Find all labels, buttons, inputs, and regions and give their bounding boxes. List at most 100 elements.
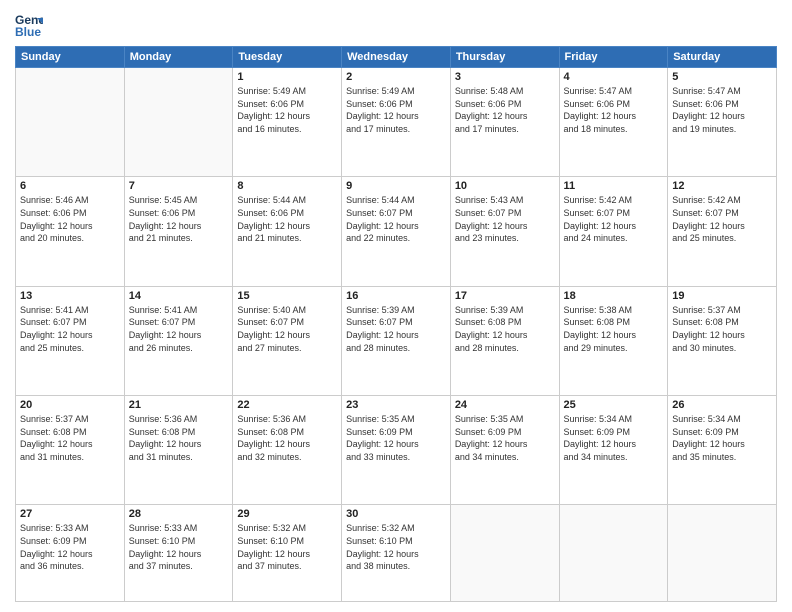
calendar-cell: 27Sunrise: 5:33 AM Sunset: 6:09 PM Dayli… bbox=[16, 505, 125, 602]
calendar-cell: 13 Sunrise: 5:41 AM Sunset: 6:07 PM Dayli… bbox=[16, 286, 125, 395]
day-number: 3 bbox=[455, 71, 555, 83]
cell-info: Sunrise: 5:34 AM Sunset: 6:09 PM Dayligh… bbox=[672, 413, 772, 463]
weekday-header-saturday: Saturday bbox=[668, 47, 777, 68]
weekday-header-wednesday: Wednesday bbox=[342, 47, 451, 68]
calendar-cell bbox=[16, 68, 125, 177]
cell-info: Sunrise: 5:49 AM Sunset: 6:06 PM Dayligh… bbox=[237, 85, 337, 135]
calendar-cell: 11 Sunrise: 5:42 AM Sunset: 6:07 PM Dayli… bbox=[559, 177, 668, 286]
day-number: 14 bbox=[129, 290, 229, 302]
day-number: 4 bbox=[564, 71, 664, 83]
weekday-header-friday: Friday bbox=[559, 47, 668, 68]
cell-info: Sunrise: 5:32 AM Sunset: 6:10 PM Dayligh… bbox=[346, 522, 446, 572]
calendar-cell bbox=[124, 68, 233, 177]
day-number: 26 bbox=[672, 399, 772, 411]
header: General Blue bbox=[15, 10, 777, 38]
day-number: 17 bbox=[455, 290, 555, 302]
page: General Blue SundayMondayTuesdayWednesda… bbox=[0, 0, 792, 612]
calendar-cell: 15 Sunrise: 5:40 AM Sunset: 6:07 PM Dayli… bbox=[233, 286, 342, 395]
cell-info: Sunrise: 5:43 AM Sunset: 6:07 PM Dayligh… bbox=[455, 194, 555, 244]
calendar-cell: 14 Sunrise: 5:41 AM Sunset: 6:07 PM Dayli… bbox=[124, 286, 233, 395]
day-number: 5 bbox=[672, 71, 772, 83]
calendar-cell: 8 Sunrise: 5:44 AM Sunset: 6:06 PM Daylig… bbox=[233, 177, 342, 286]
calendar-cell: 19Sunrise: 5:37 AM Sunset: 6:08 PM Dayli… bbox=[668, 286, 777, 395]
day-number: 8 bbox=[237, 180, 337, 192]
calendar-week-row: 6Sunrise: 5:46 AM Sunset: 6:06 PM Daylig… bbox=[16, 177, 777, 286]
cell-info: Sunrise: 5:35 AM Sunset: 6:09 PM Dayligh… bbox=[346, 413, 446, 463]
calendar-cell: 16 Sunrise: 5:39 AM Sunset: 6:07 PM Dayli… bbox=[342, 286, 451, 395]
calendar-cell: 1 Sunrise: 5:49 AM Sunset: 6:06 PM Daylig… bbox=[233, 68, 342, 177]
calendar-cell: 7Sunrise: 5:45 AM Sunset: 6:06 PM Daylig… bbox=[124, 177, 233, 286]
day-number: 16 bbox=[346, 290, 446, 302]
calendar-cell bbox=[559, 505, 668, 602]
cell-info: Sunrise: 5:37 AM Sunset: 6:08 PM Dayligh… bbox=[20, 413, 120, 463]
day-number: 15 bbox=[237, 290, 337, 302]
calendar-cell: 6Sunrise: 5:46 AM Sunset: 6:06 PM Daylig… bbox=[16, 177, 125, 286]
day-number: 2 bbox=[346, 71, 446, 83]
calendar-cell: 21 Sunrise: 5:36 AM Sunset: 6:08 PM Dayli… bbox=[124, 396, 233, 505]
calendar-cell: 30 Sunrise: 5:32 AM Sunset: 6:10 PM Dayli… bbox=[342, 505, 451, 602]
calendar-cell: 22 Sunrise: 5:36 AM Sunset: 6:08 PM Dayli… bbox=[233, 396, 342, 505]
cell-info: Sunrise: 5:42 AM Sunset: 6:07 PM Dayligh… bbox=[672, 194, 772, 244]
cell-info: Sunrise: 5:42 AM Sunset: 6:07 PM Dayligh… bbox=[564, 194, 664, 244]
calendar-cell bbox=[450, 505, 559, 602]
calendar-cell: 25Sunrise: 5:34 AM Sunset: 6:09 PM Dayli… bbox=[559, 396, 668, 505]
cell-info: Sunrise: 5:49 AM Sunset: 6:06 PM Dayligh… bbox=[346, 85, 446, 135]
day-number: 28 bbox=[129, 508, 229, 520]
day-number: 22 bbox=[237, 399, 337, 411]
weekday-header-monday: Monday bbox=[124, 47, 233, 68]
calendar-cell: 5 Sunrise: 5:47 AM Sunset: 6:06 PM Daylig… bbox=[668, 68, 777, 177]
day-number: 23 bbox=[346, 399, 446, 411]
calendar-week-row: 20 Sunrise: 5:37 AM Sunset: 6:08 PM Dayli… bbox=[16, 396, 777, 505]
day-number: 29 bbox=[237, 508, 337, 520]
calendar-cell: 17 Sunrise: 5:39 AM Sunset: 6:08 PM Dayli… bbox=[450, 286, 559, 395]
day-number: 24 bbox=[455, 399, 555, 411]
calendar-cell: 29 Sunrise: 5:32 AM Sunset: 6:10 PM Dayli… bbox=[233, 505, 342, 602]
cell-info: Sunrise: 5:38 AM Sunset: 6:08 PM Dayligh… bbox=[564, 304, 664, 354]
day-number: 21 bbox=[129, 399, 229, 411]
cell-info: Sunrise: 5:36 AM Sunset: 6:08 PM Dayligh… bbox=[237, 413, 337, 463]
cell-info: Sunrise: 5:44 AM Sunset: 6:07 PM Dayligh… bbox=[346, 194, 446, 244]
weekday-header-row: SundayMondayTuesdayWednesdayThursdayFrid… bbox=[16, 47, 777, 68]
cell-info: Sunrise: 5:37 AM Sunset: 6:08 PM Dayligh… bbox=[672, 304, 772, 354]
day-number: 30 bbox=[346, 508, 446, 520]
weekday-header-thursday: Thursday bbox=[450, 47, 559, 68]
calendar-week-row: 13 Sunrise: 5:41 AM Sunset: 6:07 PM Dayli… bbox=[16, 286, 777, 395]
calendar-cell: 9 Sunrise: 5:44 AM Sunset: 6:07 PM Daylig… bbox=[342, 177, 451, 286]
day-number: 9 bbox=[346, 180, 446, 192]
cell-info: Sunrise: 5:39 AM Sunset: 6:07 PM Dayligh… bbox=[346, 304, 446, 354]
calendar-cell: 23 Sunrise: 5:35 AM Sunset: 6:09 PM Dayli… bbox=[342, 396, 451, 505]
cell-info: Sunrise: 5:35 AM Sunset: 6:09 PM Dayligh… bbox=[455, 413, 555, 463]
cell-info: Sunrise: 5:47 AM Sunset: 6:06 PM Dayligh… bbox=[564, 85, 664, 135]
calendar-cell: 26 Sunrise: 5:34 AM Sunset: 6:09 PM Dayli… bbox=[668, 396, 777, 505]
day-number: 1 bbox=[237, 71, 337, 83]
day-number: 13 bbox=[20, 290, 120, 302]
logo: General Blue bbox=[15, 10, 47, 38]
calendar-cell: 28 Sunrise: 5:33 AM Sunset: 6:10 PM Dayli… bbox=[124, 505, 233, 602]
day-number: 11 bbox=[564, 180, 664, 192]
cell-info: Sunrise: 5:33 AM Sunset: 6:10 PM Dayligh… bbox=[129, 522, 229, 572]
cell-info: Sunrise: 5:41 AM Sunset: 6:07 PM Dayligh… bbox=[129, 304, 229, 354]
day-number: 18 bbox=[564, 290, 664, 302]
day-number: 20 bbox=[20, 399, 120, 411]
cell-info: Sunrise: 5:32 AM Sunset: 6:10 PM Dayligh… bbox=[237, 522, 337, 572]
calendar-cell: 12Sunrise: 5:42 AM Sunset: 6:07 PM Dayli… bbox=[668, 177, 777, 286]
cell-info: Sunrise: 5:48 AM Sunset: 6:06 PM Dayligh… bbox=[455, 85, 555, 135]
weekday-header-tuesday: Tuesday bbox=[233, 47, 342, 68]
day-number: 10 bbox=[455, 180, 555, 192]
weekday-header-sunday: Sunday bbox=[16, 47, 125, 68]
cell-info: Sunrise: 5:40 AM Sunset: 6:07 PM Dayligh… bbox=[237, 304, 337, 354]
cell-info: Sunrise: 5:41 AM Sunset: 6:07 PM Dayligh… bbox=[20, 304, 120, 354]
svg-text:Blue: Blue bbox=[15, 25, 41, 38]
cell-info: Sunrise: 5:39 AM Sunset: 6:08 PM Dayligh… bbox=[455, 304, 555, 354]
day-number: 25 bbox=[564, 399, 664, 411]
calendar-cell: 2 Sunrise: 5:49 AM Sunset: 6:06 PM Daylig… bbox=[342, 68, 451, 177]
cell-info: Sunrise: 5:47 AM Sunset: 6:06 PM Dayligh… bbox=[672, 85, 772, 135]
day-number: 27 bbox=[20, 508, 120, 520]
cell-info: Sunrise: 5:36 AM Sunset: 6:08 PM Dayligh… bbox=[129, 413, 229, 463]
day-number: 7 bbox=[129, 180, 229, 192]
calendar-cell bbox=[668, 505, 777, 602]
calendar-cell: 10 Sunrise: 5:43 AM Sunset: 6:07 PM Dayli… bbox=[450, 177, 559, 286]
logo-icon: General Blue bbox=[15, 10, 43, 38]
calendar-cell: 3 Sunrise: 5:48 AM Sunset: 6:06 PM Daylig… bbox=[450, 68, 559, 177]
cell-info: Sunrise: 5:44 AM Sunset: 6:06 PM Dayligh… bbox=[237, 194, 337, 244]
